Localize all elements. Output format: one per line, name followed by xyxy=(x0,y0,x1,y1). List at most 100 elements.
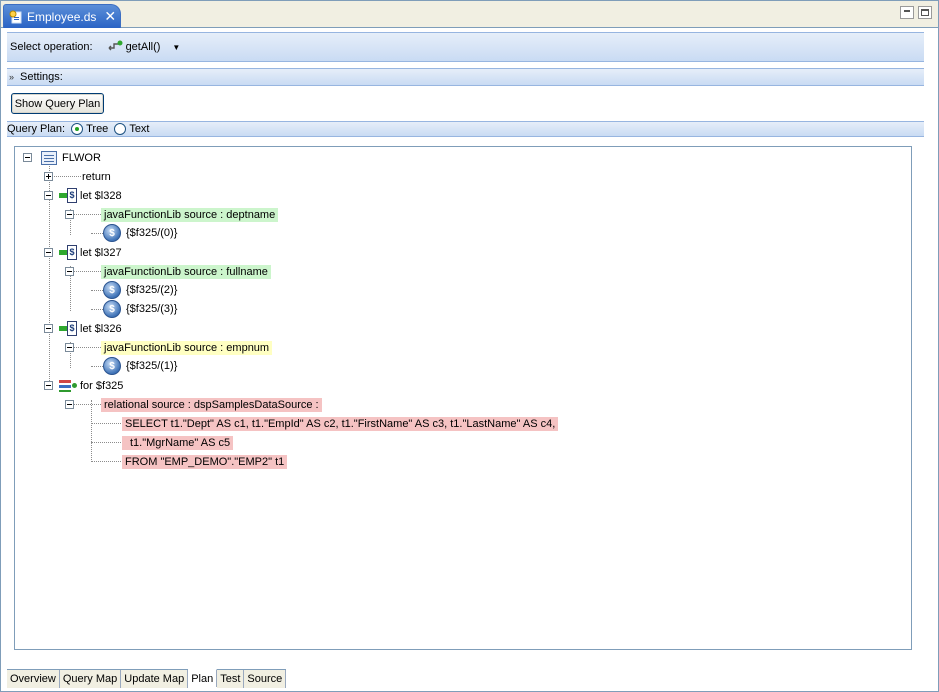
radio-unselected-icon[interactable] xyxy=(114,123,127,135)
sql-line: SELECT t1."Dept" AS c1, t1."EmpId" AS c2… xyxy=(122,417,559,431)
editor-tab-label: Employee.ds xyxy=(27,9,97,24)
tree-node-java-source[interactable]: javaFunctionLib source : empnum xyxy=(101,339,273,357)
collapse-icon[interactable] xyxy=(44,248,53,257)
operation-function-icon xyxy=(107,40,123,55)
tab-query-map[interactable]: Query Map xyxy=(59,670,122,688)
editor-page-tabs: Overview Query Map Update Map Plan Test … xyxy=(7,669,287,688)
query-plan-bar: Query Plan: Tree Text xyxy=(7,121,924,137)
tree-connector xyxy=(49,176,81,177)
tree-node-value[interactable]: $ {$f325/(0)} xyxy=(103,224,177,242)
close-icon[interactable]: ✕ xyxy=(104,8,116,25)
radio-text-label: Text xyxy=(129,123,150,135)
sql-line: FROM "EMP_DEMO"."EMP2" t1 xyxy=(122,455,288,469)
tree-connector xyxy=(70,271,103,272)
show-query-plan-button[interactable]: Show Query Plan xyxy=(11,93,104,114)
tree-node-relational-source[interactable]: relational source : dspSamplesDataSource… xyxy=(101,396,322,414)
collapse-icon[interactable] xyxy=(44,381,53,390)
let-variable-icon: $ xyxy=(59,245,77,261)
editor-tab-bar: Employee.ds ✕ xyxy=(1,1,938,28)
expand-icon[interactable] xyxy=(44,172,53,181)
tree-node-label: relational source : dspSamplesDataSource… xyxy=(101,398,322,412)
tree-node-label: for $f325 xyxy=(80,380,124,392)
tree-connector xyxy=(91,290,103,291)
settings-label: Settings: xyxy=(20,71,63,83)
tree-node-value[interactable]: $ {$f325/(1)} xyxy=(103,357,177,375)
flwor-icon xyxy=(41,151,57,165)
dollar-value-icon: $ xyxy=(103,224,121,242)
tree-node-let[interactable]: $ let $l328 xyxy=(59,187,122,205)
tree-connector xyxy=(91,461,123,462)
tab-plan[interactable]: Plan xyxy=(188,669,218,687)
settings-bar[interactable]: » Settings: xyxy=(7,68,924,86)
data-service-file-icon xyxy=(9,10,23,24)
tree-node-label: {$f325/(3)} xyxy=(126,303,178,315)
expand-chevron-icon[interactable]: » xyxy=(9,72,14,82)
radio-tree-label: Tree xyxy=(86,123,109,135)
tree-node-label: return xyxy=(82,171,111,183)
tree-node-java-source[interactable]: javaFunctionLib source : deptname xyxy=(101,206,279,224)
tree-node-label: javaFunctionLib source : fullname xyxy=(101,265,271,279)
collapse-icon[interactable] xyxy=(23,153,32,162)
dollar-value-icon: $ xyxy=(103,357,121,375)
operation-select[interactable]: getAll() xyxy=(126,41,161,53)
let-variable-icon: $ xyxy=(59,321,77,337)
tree-node-label: FLWOR xyxy=(62,152,101,164)
tree-connector xyxy=(70,214,103,215)
editor-window: Employee.ds ✕ Select operation: getAll()… xyxy=(0,0,939,692)
operation-label: Select operation: xyxy=(10,41,93,53)
tree-node-sql[interactable]: t1."MgrName" AS c5 xyxy=(122,434,234,452)
sql-line: t1."MgrName" AS c5 xyxy=(122,436,234,450)
collapse-icon[interactable] xyxy=(65,267,74,276)
tree-node-let[interactable]: $ let $l327 xyxy=(59,244,122,262)
tab-overview[interactable]: Overview xyxy=(7,670,60,688)
tree-node-sql[interactable]: SELECT t1."Dept" AS c1, t1."EmpId" AS c2… xyxy=(122,415,559,433)
tree-node-label: let $l326 xyxy=(80,323,122,335)
query-plan-label: Query Plan: xyxy=(7,123,66,135)
tree-node-value[interactable]: $ {$f325/(3)} xyxy=(103,300,177,318)
chevron-down-icon[interactable]: ▼ xyxy=(172,43,180,52)
minimize-button[interactable] xyxy=(900,6,914,19)
editor-tab-employee[interactable]: Employee.ds ✕ xyxy=(3,4,121,28)
tree-node-value[interactable]: $ {$f325/(2)} xyxy=(103,281,177,299)
tree-node-label: javaFunctionLib source : deptname xyxy=(101,208,279,222)
collapse-icon[interactable] xyxy=(65,343,74,352)
tree-connector xyxy=(91,366,103,367)
tree-node-java-source[interactable]: javaFunctionLib source : fullname xyxy=(101,263,271,281)
tree-connector xyxy=(91,442,123,443)
tree-node-for[interactable]: for $f325 xyxy=(59,377,123,395)
operation-bar: Select operation: getAll() ▼ xyxy=(7,32,924,62)
tab-update-map[interactable]: Update Map xyxy=(121,670,189,688)
tree-node-label: let $l328 xyxy=(80,190,122,202)
radio-text[interactable]: Text xyxy=(114,123,150,135)
let-variable-icon: $ xyxy=(59,188,77,204)
collapse-icon[interactable] xyxy=(65,210,74,219)
tree-node-label: let $l327 xyxy=(80,247,122,259)
tree-connector xyxy=(91,309,103,310)
tree-connector xyxy=(91,400,92,462)
tree-node-label: {$f325/(1)} xyxy=(126,360,178,372)
dollar-value-icon: $ xyxy=(103,281,121,299)
tree-node-flwor[interactable]: FLWOR xyxy=(41,149,101,167)
tree-node-return[interactable]: return xyxy=(82,168,111,186)
radio-selected-icon[interactable] xyxy=(71,123,84,135)
tree-connector xyxy=(91,233,103,234)
tab-source[interactable]: Source xyxy=(244,670,287,688)
tree-connector xyxy=(91,423,123,424)
tree-node-label: {$f325/(2)} xyxy=(126,284,178,296)
tree-connector xyxy=(70,404,103,405)
tree-node-let[interactable]: $ let $l326 xyxy=(59,320,122,338)
collapse-icon[interactable] xyxy=(65,400,74,409)
collapse-icon[interactable] xyxy=(44,324,53,333)
collapse-icon[interactable] xyxy=(44,191,53,200)
tree-node-label: {$f325/(0)} xyxy=(126,227,178,239)
dollar-value-icon: $ xyxy=(103,300,121,318)
window-controls xyxy=(900,6,932,19)
tree-node-label: javaFunctionLib source : empnum xyxy=(101,341,273,355)
radio-tree[interactable]: Tree xyxy=(71,123,108,135)
tab-test[interactable]: Test xyxy=(217,670,245,688)
maximize-button[interactable] xyxy=(918,6,932,19)
for-clause-icon xyxy=(59,379,77,393)
query-plan-tree: FLWOR return $ let $l328 javaFunctionLib… xyxy=(14,146,912,650)
tree-node-sql[interactable]: FROM "EMP_DEMO"."EMP2" t1 xyxy=(122,453,288,471)
tree-connector xyxy=(70,347,103,348)
